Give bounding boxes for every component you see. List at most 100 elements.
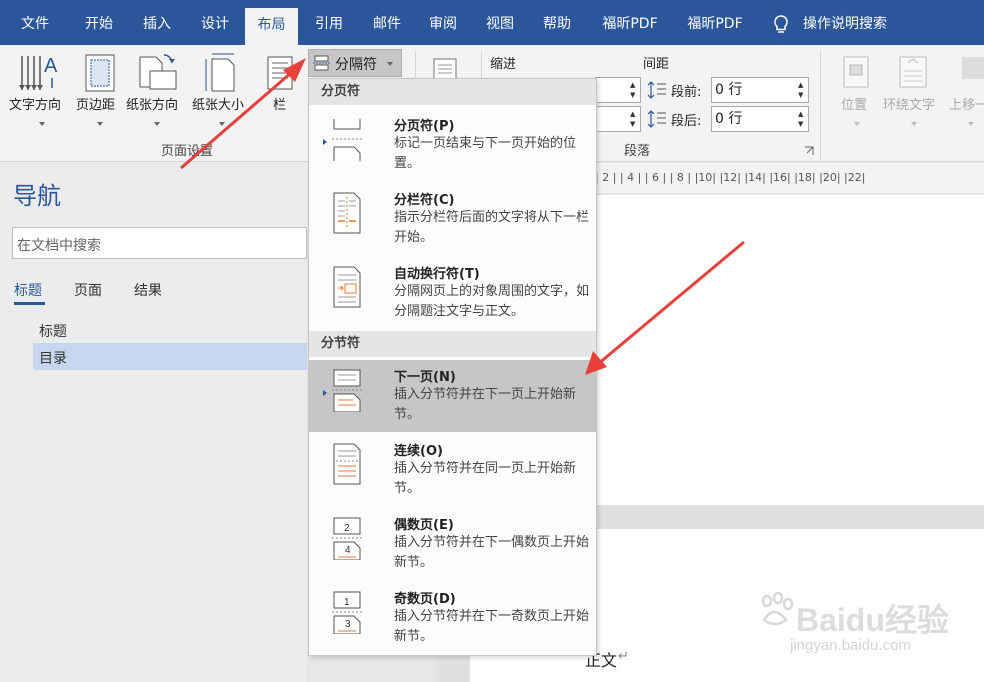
columns-icon[interactable] [266, 55, 294, 91]
next-page-icon [332, 369, 362, 412]
menu-item-continuous[interactable]: 连续(O) 插入分节符并在同一页上开始新节。 [309, 434, 596, 506]
tab-view[interactable]: 视图 [477, 0, 523, 45]
indent-left-field[interactable]: ▲ ▼ [595, 77, 641, 103]
lightbulb-icon [774, 15, 788, 33]
columns-button[interactable]: 栏 [273, 94, 286, 113]
horizontal-ruler[interactable]: | 2 | | 4 | | 6 | | 8 | |10| |12| |14| |… [595, 163, 984, 193]
page-gap [595, 505, 984, 529]
menu-item-title: 连续(O) [394, 444, 443, 459]
chevron-down-icon[interactable] [911, 122, 917, 126]
tab-review[interactable]: 审阅 [420, 0, 466, 45]
menu-item-page-break[interactable]: 分页符(P) 标记一页结束与下一页开始的位置。 [309, 109, 596, 181]
tab-results[interactable]: 结果 [134, 280, 162, 300]
position-button[interactable]: 位置 [841, 94, 867, 113]
menu-item-next-page[interactable]: 下一页(N) 插入分节符并在下一页上开始新节。 [309, 360, 596, 432]
wrap-text-icon[interactable] [898, 55, 930, 91]
active-tab-indicator [14, 302, 45, 305]
menu-item-text-wrapping[interactable]: 自动换行符(T) 分隔网页上的对象周围的文字，如分隔题注文字与正文。 [309, 257, 596, 329]
spacing-after-field[interactable]: 0 行 ▲ ▼ [711, 106, 809, 132]
spacing-after-label: 段后: [671, 114, 702, 129]
spacing-before-value: 0 行 [715, 82, 743, 98]
document-page[interactable] [595, 195, 984, 505]
tab-help[interactable]: 帮助 [534, 0, 580, 45]
menu-item-desc: 插入分节符并在下一页上开始新节。 [394, 387, 577, 422]
spacing-before-label: 段前: [671, 85, 702, 100]
menu-item-even-page[interactable]: 2 4 偶数页(E) 插入分节符并在下一偶数页上开始新节。 [309, 508, 596, 580]
chevron-down-icon[interactable] [219, 122, 225, 126]
group-separator [820, 51, 821, 159]
page-break-icon [313, 55, 330, 71]
tab-file[interactable]: 文件 [12, 0, 58, 45]
menu-item-desc: 指示分栏符后面的文字将从下一栏开始。 [394, 210, 590, 245]
baidu-paw-logo [761, 592, 794, 626]
baidu-watermark: Baidu经验 [796, 602, 949, 638]
text-wrapping-icon [333, 266, 361, 308]
dialog-launcher-icon[interactable] [804, 146, 814, 156]
tab-references[interactable]: 引用 [306, 0, 352, 45]
chevron-down-icon[interactable] [39, 122, 45, 126]
margins-button[interactable]: 页边距 [76, 94, 115, 113]
tab-mailings[interactable]: 邮件 [364, 0, 410, 45]
margins-icon[interactable] [84, 53, 116, 93]
menu-item-title: 下一页(N) [394, 370, 456, 385]
tab-pages[interactable]: 页面 [74, 280, 102, 300]
even-page-icon: 2 4 [332, 517, 362, 560]
wrap-text-button[interactable]: 环绕文字 [883, 94, 935, 113]
page-break-icon [332, 119, 362, 161]
nav-heading-label: 目录 [39, 351, 67, 367]
tab-foxit-pdf-2[interactable]: 福昕PDF [679, 0, 751, 45]
tab-insert[interactable]: 插入 [134, 0, 180, 45]
ribbon-tab-bar: 文件 开始 插入 设计 布局 引用 邮件 审阅 视图 帮助 福昕PDF 福昕PD… [0, 0, 984, 45]
spacing-label: 间距 [643, 57, 670, 72]
spacing-before-field[interactable]: 0 行 ▲ ▼ [711, 77, 809, 103]
menu-item-desc: 插入分节符并在同一页上开始新节。 [394, 461, 577, 496]
menu-item-desc: 分隔网页上的对象周围的文字，如分隔题注文字与正文。 [394, 284, 590, 319]
tell-me-search[interactable]: 操作说明搜索 [803, 0, 903, 45]
breaks-dropdown-menu: 分页符 分页符(P) 标记一页结束与下一页开始的位置。 分栏符(C) 指示分栏符… [308, 78, 597, 656]
text-direction-icon[interactable]: A [18, 50, 64, 96]
chevron-down-icon[interactable] [968, 122, 974, 126]
menu-item-odd-page[interactable]: 1 3 奇数页(D) 插入分节符并在下一奇数页上开始新节。 [309, 582, 596, 654]
search-placeholder: 在文档中搜索 [17, 238, 101, 254]
paragraph-mark: ↵ [618, 649, 629, 664]
tab-design[interactable]: 设计 [192, 0, 238, 45]
chevron-down-icon [387, 62, 393, 66]
chevron-down-icon[interactable] [154, 122, 160, 126]
page-size-icon[interactable] [202, 51, 240, 93]
page-setup-group-label: 页面设置 [161, 144, 214, 159]
text-direction-button[interactable]: 文字方向 [9, 94, 61, 113]
nav-heading-item-selected[interactable]: 目录 [33, 343, 307, 370]
svg-text:A: A [44, 55, 58, 77]
menu-item-title: 分页符(P) [394, 119, 455, 134]
page-size-button[interactable]: 纸张大小 [192, 94, 244, 113]
bring-forward-button[interactable]: 上移一 [949, 94, 984, 113]
spacing-before-icon [647, 81, 666, 99]
tab-home[interactable]: 开始 [76, 0, 122, 45]
odd-page-icon: 1 3 [332, 591, 362, 634]
spacing-after-icon [647, 110, 666, 128]
svg-text:4: 4 [345, 545, 351, 556]
tab-headings[interactable]: 标题 [14, 280, 42, 300]
menu-item-column-break[interactable]: 分栏符(C) 指示分栏符后面的文字将从下一栏开始。 [309, 183, 596, 255]
section-breaks-header: 分节符 [309, 331, 596, 357]
column-break-icon [333, 192, 361, 234]
indent-label: 缩进 [490, 57, 517, 72]
search-input[interactable]: 在文档中搜索 [12, 227, 307, 259]
breaks-button-label: 分隔符 [335, 57, 377, 73]
orientation-icon[interactable] [136, 51, 178, 93]
menu-item-desc: 插入分节符并在下一偶数页上开始新节。 [394, 535, 590, 570]
svg-text:2: 2 [344, 523, 350, 534]
nav-heading-item[interactable]: 标题 [33, 316, 307, 342]
tab-foxit-pdf-1[interactable]: 福昕PDF [594, 0, 666, 45]
watermark-url: jingyan.baidu.com [790, 637, 911, 654]
bring-forward-icon[interactable] [962, 57, 984, 79]
indent-right-field[interactable]: ▲ ▼ [595, 106, 641, 132]
chevron-down-icon[interactable] [854, 122, 860, 126]
position-icon[interactable] [842, 55, 872, 91]
breaks-button[interactable]: 分隔符 [308, 49, 402, 77]
orientation-button[interactable]: 纸张方向 [126, 94, 178, 113]
tab-layout[interactable]: 布局 [245, 8, 298, 45]
spacing-after-value: 0 行 [715, 111, 743, 127]
chevron-down-icon[interactable] [97, 122, 103, 126]
menu-item-title: 分栏符(C) [394, 193, 455, 208]
